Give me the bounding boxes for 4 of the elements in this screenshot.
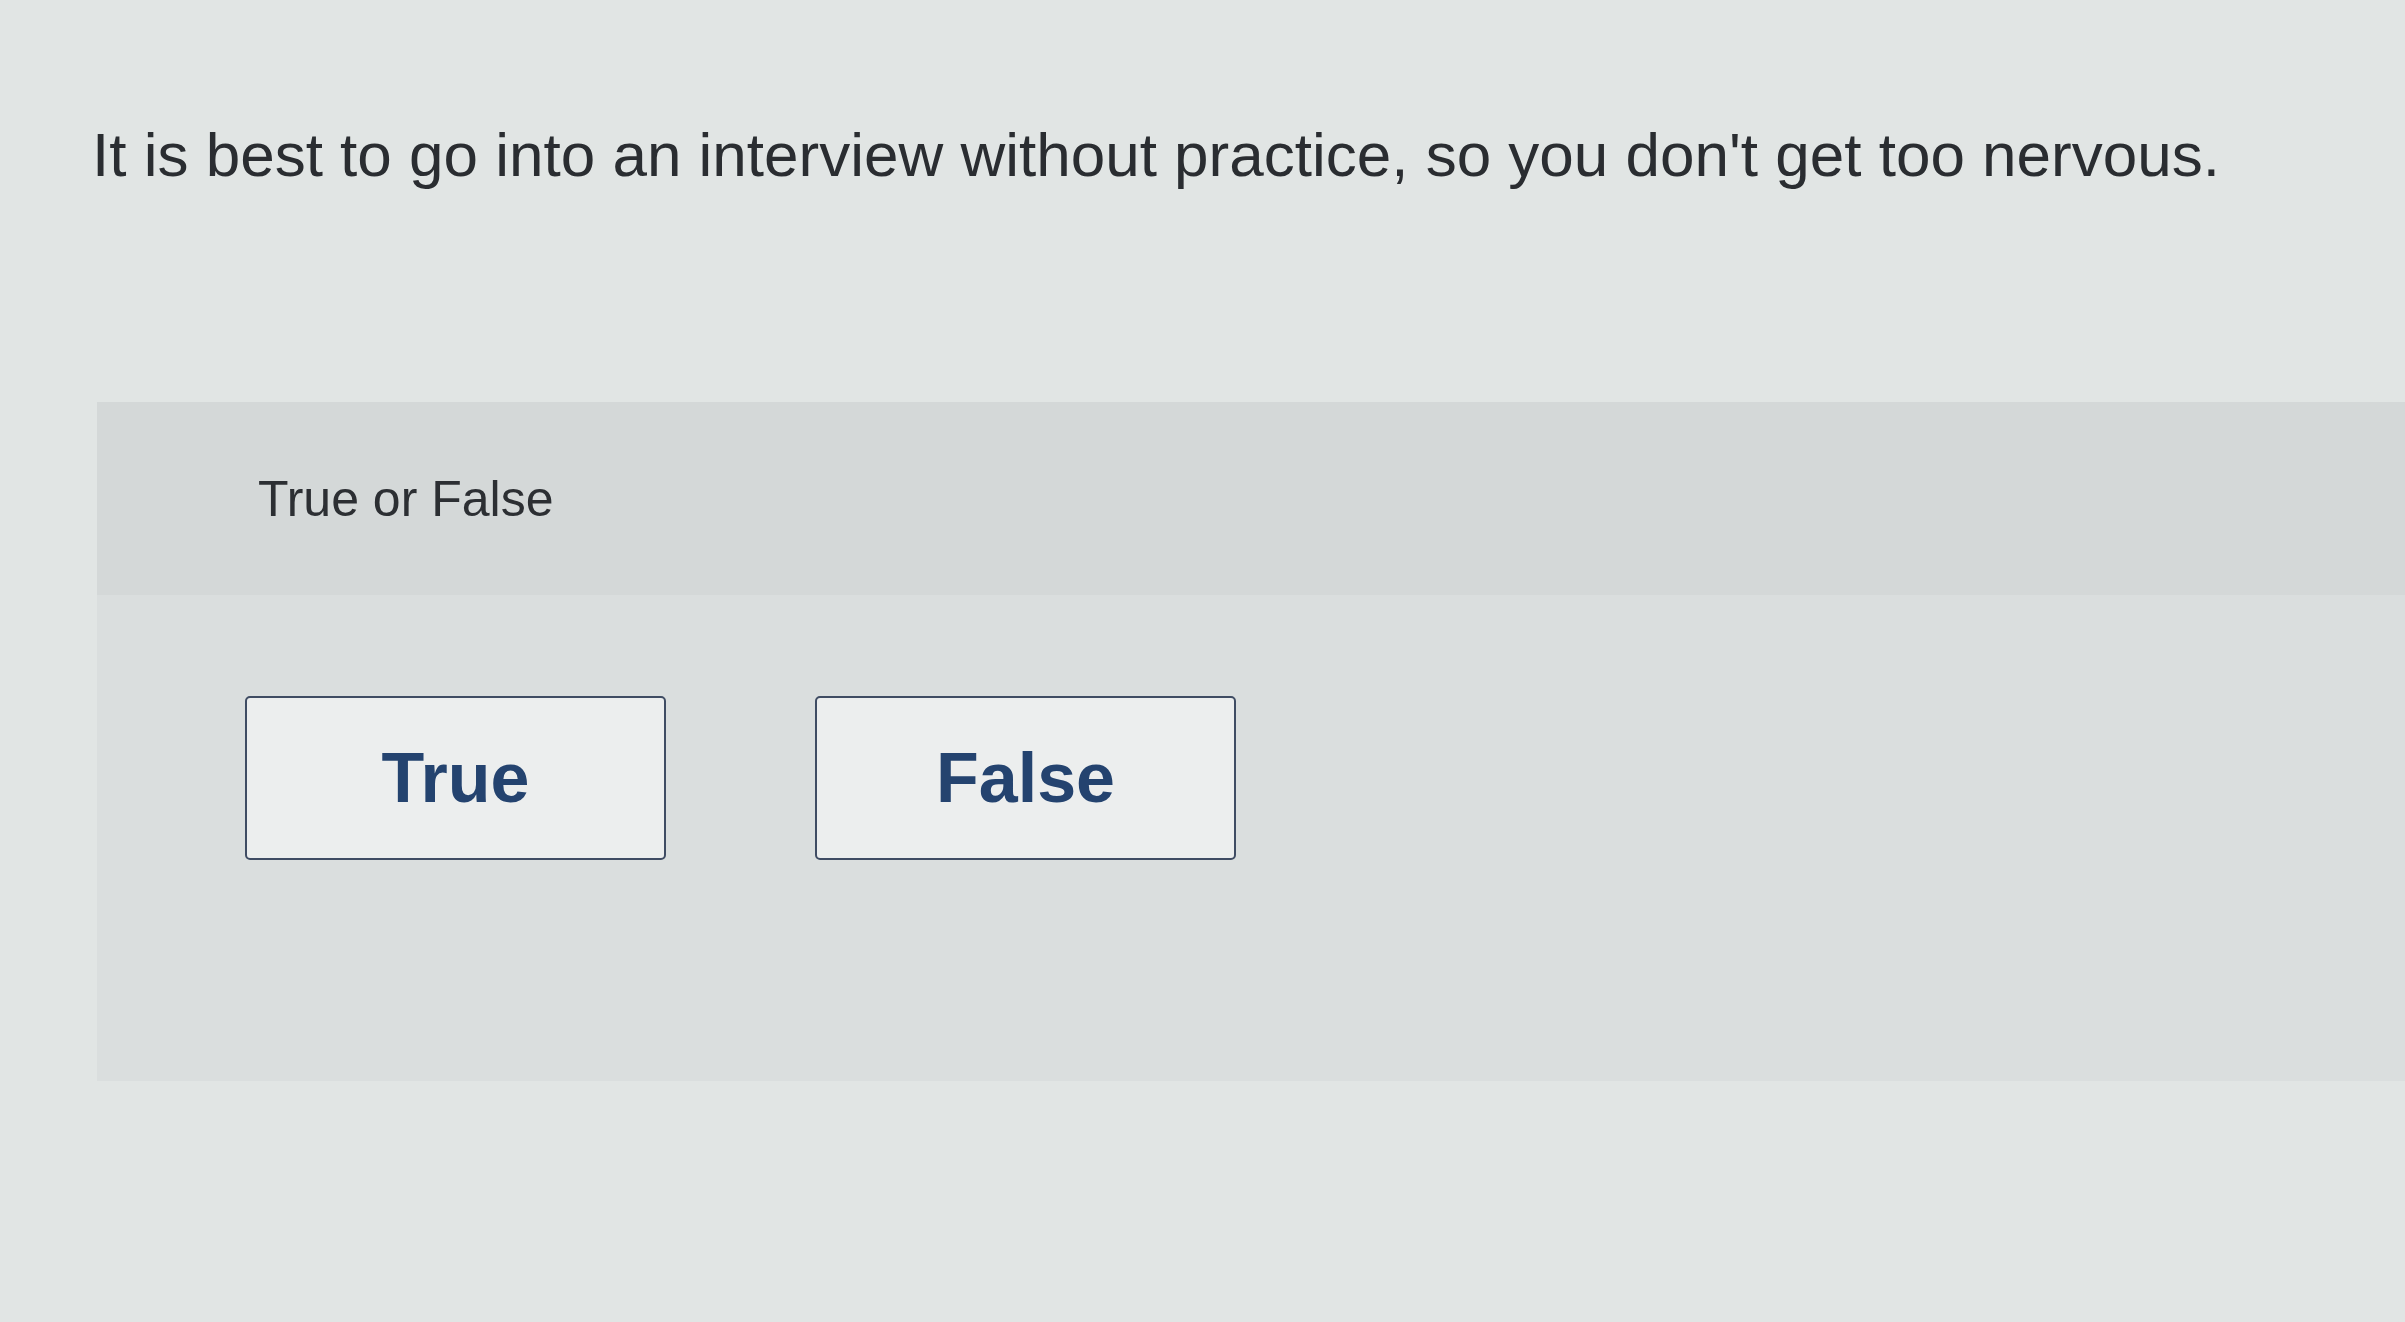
question-text: It is best to go into an interview without practice, so you don't get too nervous. bbox=[92, 119, 2220, 191]
prompt-text: True or False bbox=[258, 469, 554, 528]
answer-button[interactable]: True bbox=[245, 696, 666, 860]
answer-button[interactable]: False bbox=[815, 696, 1236, 860]
